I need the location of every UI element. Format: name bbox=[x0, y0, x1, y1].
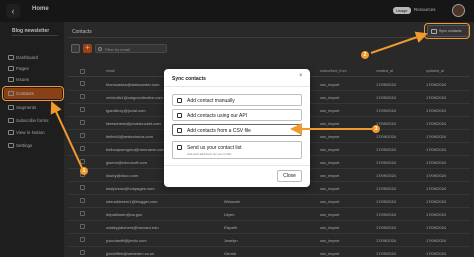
arrow-to-contacts bbox=[50, 101, 84, 171]
arrow-to-sync-button bbox=[370, 31, 428, 54]
step-3-badge: 3 bbox=[372, 125, 380, 133]
step-1-badge: 1 bbox=[80, 167, 88, 175]
step-2-badge: 2 bbox=[361, 51, 369, 59]
tutorial-arrows bbox=[50, 31, 428, 171]
